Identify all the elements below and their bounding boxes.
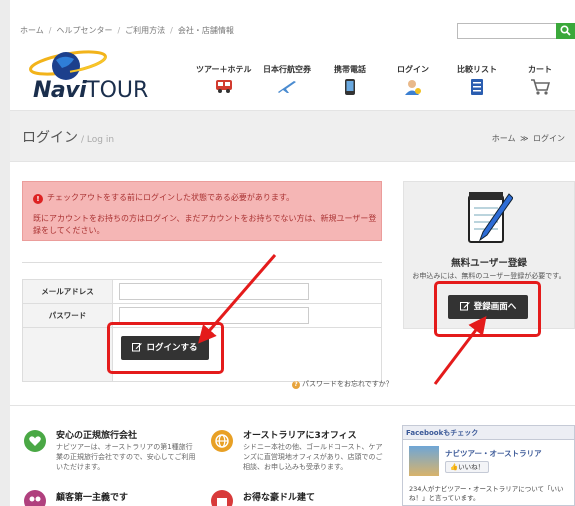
top-breadcrumb-home[interactable]: ホーム — [20, 26, 44, 35]
search-input[interactable] — [457, 23, 557, 39]
facebook-header: Facebookもチェック — [403, 426, 574, 440]
divider — [22, 262, 382, 263]
section-divider — [10, 405, 575, 406]
help-icon: ? — [292, 381, 300, 389]
logo-wordmark: NaviTOUR — [33, 78, 149, 103]
notepad-icon — [468, 192, 513, 243]
password-label: パスワード — [23, 304, 113, 327]
globe-icon — [211, 430, 233, 452]
facebook-like-button[interactable]: 👍いいね！ — [445, 461, 490, 473]
breadcrumb-current: ログイン — [533, 134, 565, 143]
nav-label: カート — [528, 65, 552, 74]
top-breadcrumb-company[interactable]: 会社・店舗情報 — [178, 26, 234, 35]
breadcrumb: ホーム ≫ ログイン — [492, 133, 565, 144]
forgot-password-link[interactable]: ? パスワードをお忘れですか？ — [292, 379, 393, 389]
breadcrumb-separator-icon: ≫ — [520, 134, 529, 143]
list-icon — [471, 79, 483, 95]
nav-label: ログイン — [397, 65, 429, 74]
user-icon — [405, 80, 421, 95]
feature-title: オーストラリアに3オフィス — [243, 431, 357, 441]
facebook-page-thumbnail[interactable] — [409, 446, 439, 476]
email-field[interactable] — [119, 283, 309, 300]
facebook-widget: Facebookもチェック ナビツアー・オーストラリア 👍いいね！ 234人がナ… — [402, 425, 575, 506]
page-title-bar: ログイン / Log in ホーム ≫ ログイン — [10, 110, 575, 162]
nav-label: 比較リスト — [457, 65, 497, 74]
search-button[interactable] — [556, 23, 575, 39]
login-button-highlight — [107, 322, 224, 374]
facebook-page-name[interactable]: ナビツアー・オーストラリア — [445, 448, 542, 459]
breadcrumb-home[interactable]: ホーム — [492, 134, 516, 143]
alert-message: チェックアウトをする前にログインした状態である必要があります。 — [47, 193, 295, 202]
bus-icon — [215, 80, 232, 93]
nav-mobile-phone[interactable]: 携帯電話 — [334, 64, 366, 96]
gift-icon — [211, 490, 233, 506]
feature-title: お得な豪ドル建て — [243, 493, 316, 503]
nav-login[interactable]: ログイン — [397, 64, 429, 96]
heart-icon — [24, 430, 46, 452]
top-breadcrumb: ホーム / ヘルプセンター / ご利用方法 / 会社・店舗情報 — [20, 26, 234, 35]
facebook-like-count: 234人がナビツアー・オーストラリアについて「いいね！」と言っています。 — [409, 485, 564, 502]
nav-compare-list[interactable]: 比較リスト — [457, 64, 497, 96]
register-title: 無料ユーザー登録 — [451, 258, 527, 269]
feature-title: 顧客第一主義です — [56, 493, 129, 503]
navitour-logo[interactable]: NaviTOUR — [28, 48, 158, 108]
nav-flight[interactable]: 日本行航空券 — [263, 64, 311, 94]
nav-cart[interactable]: カート — [528, 64, 552, 96]
feature-description: ナビツアーは、オーストラリアの第1種旅行業の正規旅行会社ですので、安心してご利用… — [56, 443, 196, 471]
search-icon — [560, 25, 571, 36]
nav-label: 携帯電話 — [334, 65, 366, 74]
page: ホーム / ヘルプセンター / ご利用方法 / 会社・店舗情報 NaviTOUR ツアー＋ホ… — [10, 0, 575, 506]
top-breadcrumb-usage[interactable]: ご利用方法 — [125, 26, 165, 35]
feature-globe-badge — [211, 430, 233, 452]
register-button-highlight — [434, 281, 541, 337]
top-breadcrumb-help[interactable]: ヘルプセンター — [56, 26, 112, 35]
nav-label: 日本行航空券 — [263, 65, 311, 74]
feature-people-badge — [24, 490, 46, 506]
alert-icon: ! — [33, 194, 43, 204]
mobile-phone-icon — [345, 79, 355, 95]
feature-heart-badge — [24, 430, 46, 452]
people-icon — [24, 490, 46, 506]
nav-label: ツアー＋ホテル — [196, 65, 252, 74]
feature-description: シドニー本社の他、ゴールドコースト、ケアンズに直営現地オフィスがあり、店頭でのご… — [243, 443, 383, 471]
thumbs-up-icon: 👍 — [450, 463, 459, 471]
register-description: お申込みには、無料のユーザー登録が必要です。 — [412, 272, 566, 280]
feature-title: 安心の正規旅行会社 — [56, 431, 138, 441]
login-required-alert: ! チェックアウトをする前にログインした状態である必要があります。 既にアカウント… — [22, 181, 382, 241]
alert-instructions: 既にアカウントをお持ちの方はログイン、まだアカウントをお持ちでない方は、新規ユー… — [33, 214, 377, 235]
page-title: ログイン / Log in — [22, 130, 115, 146]
page-title-en: / Log in — [81, 135, 115, 145]
top-bar: ホーム / ヘルプセンター / ご利用方法 / 会社・店舗情報 — [10, 19, 575, 44]
feature-gift-badge — [211, 490, 233, 506]
email-label: メールアドレス — [23, 280, 113, 303]
nav-tour-hotel[interactable]: ツアー＋ホテル — [196, 64, 252, 94]
email-row: メールアドレス — [23, 280, 381, 304]
airplane-icon — [278, 81, 296, 93]
cart-icon — [531, 79, 550, 95]
